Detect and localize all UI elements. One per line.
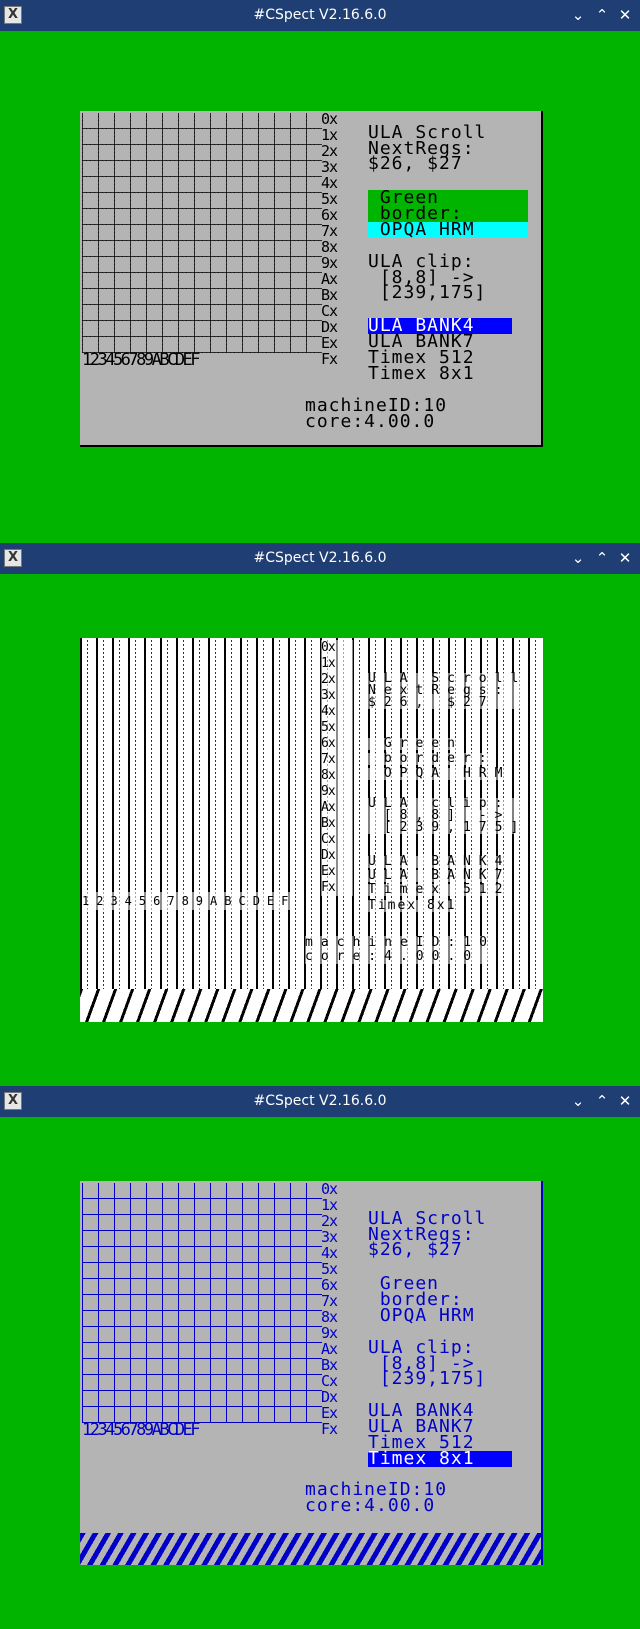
ula-clip-text: ULA clip: [8,8] -> [239,175] <box>368 251 487 303</box>
row-label: 9x <box>321 1324 338 1342</box>
row-labels: 0x 1x 2x 3x 4x 5x 6x 7x 8x 9x Ax Bx Cx D… <box>321 640 353 896</box>
row-label: 8x <box>321 238 338 256</box>
timex-8x1-label: Timex 8x1 <box>368 898 457 913</box>
title-bar[interactable]: X #CSpect V2.16.6.0 ⌄ ⌃ ✕ <box>0 543 640 574</box>
maximize-button[interactable]: ⌃ <box>592 1090 612 1112</box>
row-label: 2x <box>321 1212 338 1230</box>
row-label: Cx <box>321 1372 338 1390</box>
machine-core-text: machineID:10 core:4.00.0 <box>305 935 495 964</box>
row-label: Ax <box>321 800 336 815</box>
ula-clip-text: ULA clip: [8,8] -> [239,175] <box>368 1337 487 1389</box>
border-line-2: border: <box>368 751 495 766</box>
row-label: 6x <box>321 1276 338 1294</box>
row-label: 5x <box>321 190 338 208</box>
timex-8x1-label: Timex 8x1 <box>368 1450 512 1467</box>
row-label: 3x <box>321 158 338 176</box>
row-label: 0x <box>321 110 338 128</box>
maximize-button[interactable]: ⌃ <box>592 4 612 26</box>
row-label: 0x <box>321 1180 338 1198</box>
ula-scroll-text: ULA Scroll NextRegs: $26, $27 <box>368 122 487 174</box>
ula-scroll-text: ULA Scroll NextRegs: $26, $27 <box>368 1208 487 1260</box>
row-label: 7x <box>321 1292 338 1310</box>
row-label: 1x <box>321 1196 338 1214</box>
row-label: 8x <box>321 1308 338 1326</box>
row-label: 1x <box>321 656 336 671</box>
row-label: Cx <box>321 832 336 847</box>
timex-8x1-label: Timex 8x1 <box>368 363 475 384</box>
row-label: 6x <box>321 736 336 751</box>
column-labels: 123456789ABCDEF <box>82 1420 201 1440</box>
row-label: Fx <box>321 350 338 368</box>
border-line-3: OPQA HRM <box>368 766 511 781</box>
row-label: 4x <box>321 704 336 719</box>
title-bar[interactable]: X #CSpect V2.16.6.0 ⌄ ⌃ ✕ <box>0 0 640 31</box>
ula-clip-text: ULA clip: [8,8] -> [239,175] <box>368 796 527 835</box>
diagonal-stripe-border <box>80 1533 541 1565</box>
row-labels: 0x 1x 2x 3x 4x 5x 6x 7x 8x 9x Ax Bx Cx D… <box>321 1181 353 1437</box>
border-line-3: OPQA HRM <box>368 221 528 238</box>
emulator-screen[interactable]: 0x 1x 2x 3x 4x 5x 6x 7x 8x 9x Ax Bx Cx D… <box>80 1181 543 1565</box>
row-label: Cx <box>321 302 338 320</box>
column-labels: 123456789ABCDEF <box>82 350 201 370</box>
emulator-window-2: X #CSpect V2.16.6.0 ⌄ ⌃ ✕ 0x 1x 2x 3x 4x… <box>0 543 640 1086</box>
border-line-1: Green <box>368 736 463 751</box>
row-label: Bx <box>321 816 336 831</box>
row-label: Ex <box>321 1404 338 1422</box>
row-label: 1x <box>321 126 338 144</box>
border-line-3: OPQA HRM <box>368 1305 475 1326</box>
row-label: Bx <box>321 286 338 304</box>
row-label: Dx <box>321 318 338 336</box>
emulator-window-3: X #CSpect V2.16.6.0 ⌄ ⌃ ✕ 0x 1x 2x 3x 4x… <box>0 1086 640 1629</box>
row-label: 7x <box>321 752 336 767</box>
maximize-button[interactable]: ⌃ <box>592 547 612 569</box>
machine-core-text: machineID:10 core:4.00.0 <box>305 1479 448 1516</box>
row-label: Ex <box>321 334 338 352</box>
emulator-screen[interactable]: 0x 1x 2x 3x 4x 5x 6x 7x 8x 9x Ax Bx Cx D… <box>80 638 543 1022</box>
row-label: 7x <box>321 222 338 240</box>
row-label: 8x <box>321 768 336 783</box>
dot-grid <box>82 113 322 353</box>
row-label: Dx <box>321 848 336 863</box>
minimize-button[interactable]: ⌄ <box>568 547 588 569</box>
row-label: Ax <box>321 270 338 288</box>
title-bar[interactable]: X #CSpect V2.16.6.0 ⌄ ⌃ ✕ <box>0 1086 640 1117</box>
dot-grid <box>82 1183 322 1423</box>
close-button[interactable]: ✕ <box>615 547 635 569</box>
window-title: #CSpect V2.16.6.0 <box>253 1093 387 1109</box>
close-button[interactable]: ✕ <box>615 1090 635 1112</box>
row-label: 5x <box>321 1260 338 1278</box>
minimize-button[interactable]: ⌄ <box>568 4 588 26</box>
row-label: Dx <box>321 1388 338 1406</box>
row-label: Ax <box>321 1340 338 1358</box>
row-label: Fx <box>321 880 336 895</box>
row-label: 3x <box>321 1228 338 1246</box>
ula-bank7-label: ULA BANK7 <box>368 868 511 883</box>
row-label: 2x <box>321 672 336 687</box>
row-label: 9x <box>321 254 338 272</box>
emulator-screen[interactable]: 0x 1x 2x 3x 4x 5x 6x 7x 8x 9x Ax Bx Cx D… <box>80 111 543 447</box>
row-label: 6x <box>321 206 338 224</box>
machine-core-text: machineID:10 core:4.00.0 <box>305 395 448 432</box>
row-label: 4x <box>321 174 338 192</box>
ula-bank4-label: ULA BANK4 <box>368 854 511 869</box>
window-title: #CSpect V2.16.6.0 <box>253 550 387 566</box>
row-label: 5x <box>321 720 336 735</box>
column-labels: 123456789ABCDEF <box>82 892 296 910</box>
row-labels: 0x 1x 2x 3x 4x 5x 6x 7x 8x 9x Ax Bx Cx D… <box>321 111 353 367</box>
row-label: Bx <box>321 1356 338 1374</box>
diagonal-stripe-border <box>80 989 543 1022</box>
emulator-window-1: X #CSpect V2.16.6.0 ⌄ ⌃ ✕ 0x 1x 2x 3x 4x… <box>0 0 640 543</box>
row-label: 3x <box>321 688 336 703</box>
row-label: 0x <box>321 640 336 655</box>
row-label: 2x <box>321 142 338 160</box>
window-title: #CSpect V2.16.6.0 <box>253 7 387 23</box>
row-label: Ex <box>321 864 336 879</box>
close-button[interactable]: ✕ <box>615 4 635 26</box>
timex-512-label: Timex 512 <box>368 882 511 897</box>
row-label: 9x <box>321 784 336 799</box>
minimize-button[interactable]: ⌄ <box>568 1090 588 1112</box>
row-label: 4x <box>321 1244 338 1262</box>
row-label: Fx <box>321 1420 338 1438</box>
ula-scroll-text: ULA Scroll NextRegs: $26, $27 <box>368 671 527 710</box>
